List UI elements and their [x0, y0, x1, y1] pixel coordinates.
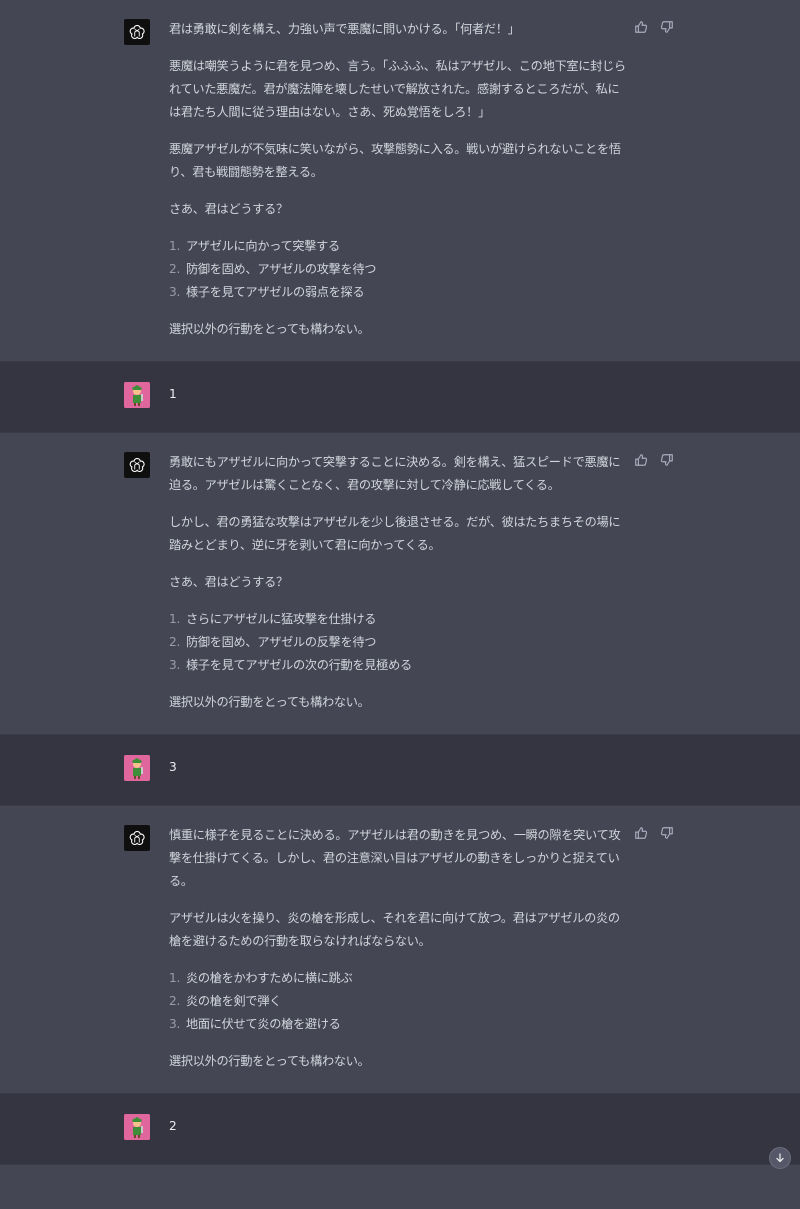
- thumbs-down-icon[interactable]: [660, 452, 674, 466]
- thumbs-down-icon[interactable]: [660, 825, 674, 839]
- option-item: 1. アザゼルに向かって突撃する: [169, 235, 629, 258]
- user-avatar: [124, 1114, 150, 1140]
- option-text: 炎の槍を剣で弾く: [186, 994, 282, 1008]
- openai-logo-icon: [124, 825, 150, 851]
- openai-logo-icon: [124, 19, 150, 45]
- message-paragraph: さあ、君はどうする？: [169, 575, 288, 589]
- message-paragraph: アザゼルは火を操り、炎の槍を形成し、それを君に向けて放つ。君はアザゼルの炎の槍を…: [169, 911, 620, 948]
- message-paragraph: 勇敢にもアザゼルに向かって突撃することに決める。剣を構え、猛スピードで悪魔に迫る…: [169, 455, 621, 492]
- option-text: 防御を固め、アザゼルの反撃を待つ: [186, 635, 377, 649]
- scroll-to-bottom-button[interactable]: [769, 1147, 791, 1169]
- option-list: 1. さらにアザゼルに猛攻撃を仕掛ける 2. 防御を固め、アザゼルの反撃を待つ 3. 様子…: [169, 608, 629, 677]
- feedback-buttons: [634, 825, 674, 839]
- option-number: 1.: [169, 239, 181, 253]
- message-paragraph: 慎重に様子を見ることに決める。アザゼルは君の動きを見つめ、一瞬の隙を突いて攻撃を…: [169, 828, 621, 888]
- message-paragraph: しかし、君の勇猛な攻撃はアザゼルを少し後退させる。だが、彼はたちまちその場に踏み…: [169, 515, 621, 552]
- option-number: 3.: [169, 658, 181, 672]
- option-number: 2.: [169, 262, 181, 276]
- option-text: 地面に伏せて炎の槍を避ける: [186, 1017, 341, 1031]
- thumbs-up-icon[interactable]: [634, 452, 648, 466]
- message-paragraph: 悪魔アザゼルが不気味に笑いながら、攻撃態勢に入る。戦いが避けられないことを悟り、…: [169, 142, 621, 179]
- closing-note: 選択以外の行動をとっても構わない。: [169, 1054, 370, 1068]
- option-text: 様子を見てアザゼルの次の行動を見極める: [186, 658, 412, 672]
- user-message: 1: [0, 362, 800, 433]
- option-number: 1.: [169, 612, 181, 626]
- option-number: 1.: [169, 971, 181, 985]
- option-number: 3.: [169, 1017, 181, 1031]
- option-item: 3. 様子を見てアザゼルの次の行動を見極める: [169, 654, 629, 677]
- option-item: 2. 炎の槍を剣で弾く: [169, 990, 629, 1013]
- thumbs-down-icon[interactable]: [660, 19, 674, 33]
- user-avatar: [124, 755, 150, 781]
- message-content: 慎重に様子を見ることに決める。アザゼルは君の動きを見つめ、一瞬の隙を突いて攻撃を…: [169, 824, 629, 1073]
- option-item: 2. 防御を固め、アザゼルの反撃を待つ: [169, 631, 629, 654]
- option-text: 防御を固め、アザゼルの攻撃を待つ: [186, 262, 377, 276]
- user-message-text: 3: [169, 760, 177, 774]
- option-text: 様子を見てアザゼルの弱点を探る: [186, 285, 365, 299]
- message-paragraph: 悪魔は嘲笑うように君を見つめ、言う。「ふふふ、私はアザゼル、この地下室に封じられ…: [169, 59, 626, 119]
- user-message-text: 2: [169, 1119, 177, 1133]
- closing-note: 選択以外の行動をとっても構わない。: [169, 695, 370, 709]
- message-content: 君は勇敢に剣を構え、力強い声で悪魔に問いかける。「何者だ！」悪魔は嘲笑うように君…: [169, 18, 629, 341]
- conversation-thread: 君は勇敢に剣を構え、力強い声で悪魔に問いかける。「何者だ！」悪魔は嘲笑うように君…: [0, 0, 800, 1165]
- arrow-down-icon: [776, 1153, 784, 1163]
- option-item: 2. 防御を固め、アザゼルの攻撃を待つ: [169, 258, 629, 281]
- user-avatar: [124, 382, 150, 408]
- option-text: アザゼルに向かって突撃する: [186, 239, 340, 253]
- closing-note: 選択以外の行動をとっても構わない。: [169, 322, 370, 336]
- option-list: 1. アザゼルに向かって突撃する 2. 防御を固め、アザゼルの攻撃を待つ 3. 様子を見て…: [169, 235, 629, 304]
- user-message: 2: [0, 1094, 800, 1165]
- assistant-message: 勇敢にもアザゼルに向かって突撃することに決める。剣を構え、猛スピードで悪魔に迫る…: [0, 433, 800, 735]
- assistant-message: 慎重に様子を見ることに決める。アザゼルは君の動きを見つめ、一瞬の隙を突いて攻撃を…: [0, 806, 800, 1094]
- feedback-buttons: [634, 19, 674, 33]
- user-message: 3: [0, 735, 800, 806]
- option-number: 2.: [169, 635, 181, 649]
- message-content: 勇敢にもアザゼルに向かって突撃することに決める。剣を構え、猛スピードで悪魔に迫る…: [169, 451, 629, 714]
- feedback-buttons: [634, 452, 674, 466]
- option-list: 1. 炎の槍をかわすために横に跳ぶ 2. 炎の槍を剣で弾く 3. 地面に伏せて炎の槍を避け…: [169, 967, 629, 1036]
- thumbs-up-icon[interactable]: [634, 19, 648, 33]
- message-paragraph: 君は勇敢に剣を構え、力強い声で悪魔に問いかける。「何者だ！」: [169, 22, 520, 36]
- option-item: 1. 炎の槍をかわすために横に跳ぶ: [169, 967, 629, 990]
- thumbs-up-icon[interactable]: [634, 825, 648, 839]
- option-text: 炎の槍をかわすために横に跳ぶ: [186, 971, 353, 985]
- user-message-text: 1: [169, 387, 177, 401]
- message-paragraph: さあ、君はどうする？: [169, 202, 288, 216]
- option-item: 3. 地面に伏せて炎の槍を避ける: [169, 1013, 629, 1036]
- option-item: 1. さらにアザゼルに猛攻撃を仕掛ける: [169, 608, 629, 631]
- option-number: 2.: [169, 994, 181, 1008]
- option-number: 3.: [169, 285, 181, 299]
- assistant-message: 君は勇敢に剣を構え、力強い声で悪魔に問いかける。「何者だ！」悪魔は嘲笑うように君…: [0, 0, 800, 362]
- option-item: 3. 様子を見てアザゼルの弱点を探る: [169, 281, 629, 304]
- option-text: さらにアザゼルに猛攻撃を仕掛ける: [186, 612, 377, 626]
- openai-logo-icon: [124, 452, 150, 478]
